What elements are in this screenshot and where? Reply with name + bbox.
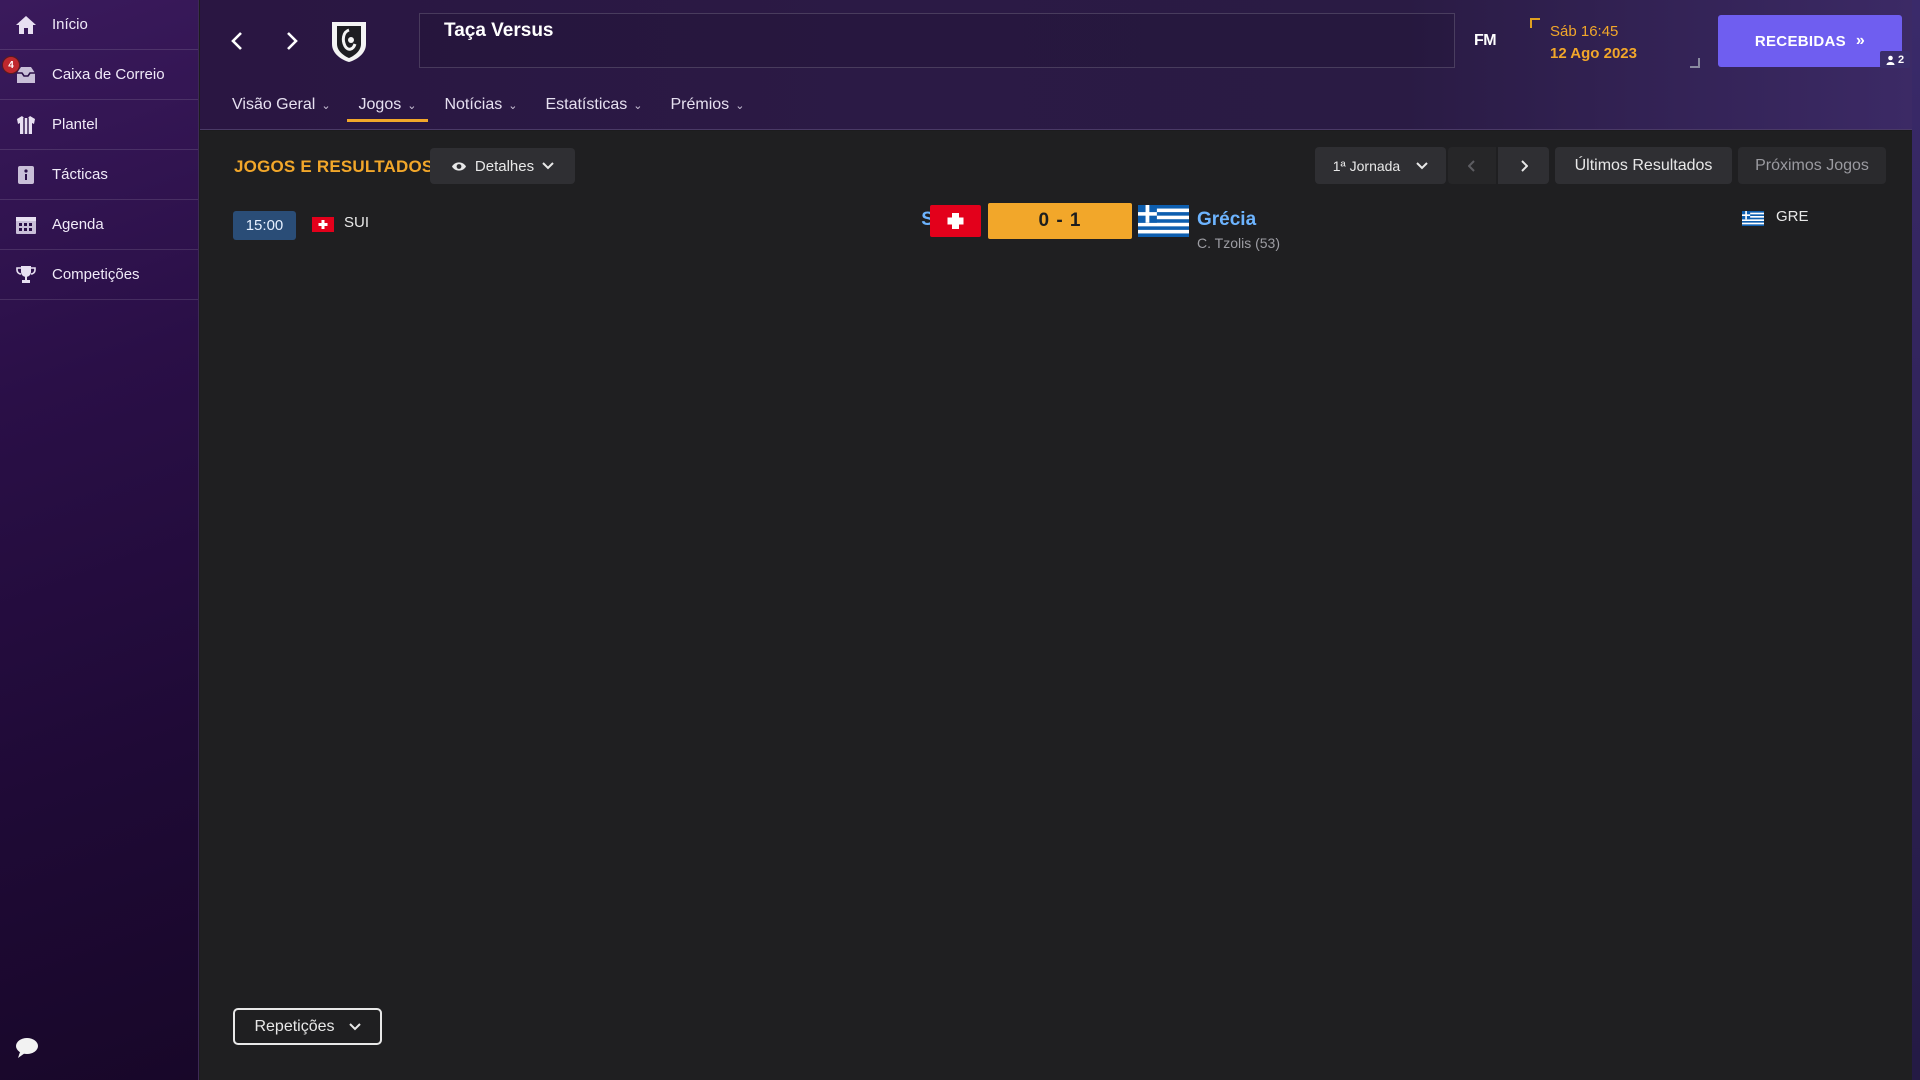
tactics-icon — [14, 163, 38, 187]
tab-stats[interactable]: Estatísticas ⌄ — [533, 88, 654, 122]
tab-label: Jogos — [358, 96, 402, 113]
sidebar-item-label: Caixa de Correio — [52, 66, 165, 83]
sidebar-item-tactics[interactable]: Tácticas — [0, 150, 198, 200]
replays-label: Repetições — [254, 1017, 335, 1035]
latest-results-button[interactable]: Últimos Resultados — [1555, 147, 1732, 184]
sidebar-item-label: Plantel — [52, 116, 98, 133]
chevron-right-icon — [1520, 159, 1528, 172]
details-button[interactable]: Detalhes — [430, 148, 575, 184]
title-box: Taça Versus — [419, 13, 1455, 68]
main-content: JOGOS E RESULTADOS Detalhes 1ª Jornada Ú… — [200, 131, 1912, 1080]
game-time: Sáb 16:45 — [1550, 23, 1619, 40]
sidebar-item-squad[interactable]: Plantel — [0, 100, 198, 150]
sidebar-item-label: Tácticas — [52, 166, 108, 183]
chevron-down-icon — [542, 162, 554, 170]
date-corner-decoration — [1690, 58, 1700, 68]
away-team-code: GRE — [1776, 208, 1809, 225]
round-label: 1ª Jornada — [1332, 157, 1401, 174]
switzerland-flag-icon — [312, 217, 334, 232]
chevron-down-icon: ⌄ — [508, 99, 518, 112]
away-team-link[interactable]: Grécia — [1197, 209, 1256, 231]
sidebar-item-home[interactable]: Início — [0, 0, 198, 50]
trophy-icon — [14, 263, 38, 287]
home-icon — [14, 13, 38, 37]
sidebar-item-label: Início — [52, 16, 88, 33]
details-label: Detalhes — [474, 157, 535, 175]
switzerland-flag-icon — [930, 205, 981, 237]
user-icon — [1886, 55, 1895, 65]
chevron-right-icon — [287, 32, 298, 50]
shirt-icon — [14, 113, 38, 137]
chevron-down-icon: ⌄ — [407, 99, 417, 112]
chat-icon[interactable] — [14, 1036, 40, 1060]
sidebar-item-label: Competições — [52, 266, 140, 283]
date-corner-decoration — [1530, 18, 1540, 28]
double-chevron-right-icon: » — [1855, 32, 1866, 49]
kickoff-time: 15:00 — [233, 211, 296, 240]
eye-icon — [451, 161, 466, 171]
tab-news[interactable]: Notícias ⌄ — [432, 88, 529, 122]
tab-label: Estatísticas — [545, 96, 628, 113]
right-edge-decoration — [1912, 0, 1920, 1080]
user-count: 2 — [1897, 53, 1905, 66]
competition-logo-icon — [326, 18, 372, 64]
sidebar-item-label: Agenda — [52, 216, 104, 233]
user-count-badge: 2 — [1880, 51, 1910, 68]
match-score[interactable]: 0 - 1 — [988, 203, 1132, 239]
chevron-down-icon — [1416, 161, 1428, 169]
tab-label: Visão Geral — [232, 96, 316, 113]
sidebar-item-competitions[interactable]: Competições — [0, 250, 198, 300]
fm-logo: FM — [1474, 32, 1497, 49]
continue-label: RECEBIDAS — [1754, 32, 1846, 50]
game-date-text: 12 Ago 2023 — [1550, 45, 1637, 62]
tab-matches[interactable]: Jogos ⌄ — [346, 88, 429, 122]
previous-round-button[interactable] — [1448, 147, 1496, 184]
page-title: Taça Versus — [444, 20, 554, 41]
tab-label: Notícias — [444, 96, 503, 113]
tab-label: Prémios — [670, 96, 730, 113]
greece-flag-icon — [1742, 211, 1764, 226]
section-title: JOGOS E RESULTADOS — [234, 157, 434, 176]
inbox-icon — [14, 63, 38, 87]
chevron-down-icon: ⌄ — [321, 99, 331, 112]
calendar-icon — [14, 213, 38, 237]
chevron-left-icon — [1468, 159, 1475, 172]
chevron-down-icon: ⌄ — [633, 99, 643, 112]
chevron-left-icon — [231, 32, 242, 50]
continue-button[interactable]: RECEBIDAS » — [1718, 15, 1902, 67]
header: Taça Versus FM Sáb 16:45 12 Ago 2023 REC… — [200, 0, 1920, 130]
forward-button[interactable] — [277, 26, 307, 56]
next-matches-button[interactable]: Próximos Jogos — [1738, 147, 1886, 184]
greece-flag-icon — [1138, 205, 1189, 237]
chevron-down-icon: ⌄ — [735, 99, 745, 112]
home-team-code: SUI — [344, 214, 370, 231]
goal-scorer: C. Tzolis (53) — [1197, 235, 1280, 251]
sidebar-item-calendar[interactable]: Agenda — [0, 200, 198, 250]
next-round-button[interactable] — [1498, 147, 1549, 184]
tab-bar: Visão Geral ⌄ Jogos ⌄ Notícias ⌄ Estatís… — [220, 88, 760, 122]
sidebar: Início 4 Caixa de Correio Plantel Táctic… — [0, 0, 199, 1080]
game-date[interactable]: Sáb 16:45 12 Ago 2023 — [1530, 18, 1700, 68]
round-select[interactable]: 1ª Jornada — [1315, 147, 1446, 184]
back-button[interactable] — [222, 26, 252, 56]
tab-overview[interactable]: Visão Geral ⌄ — [220, 88, 343, 122]
chevron-down-icon — [348, 1022, 361, 1030]
replays-dropdown[interactable]: Repetições — [233, 1008, 382, 1045]
sidebar-item-inbox[interactable]: 4 Caixa de Correio — [0, 50, 198, 100]
tab-awards[interactable]: Prémios ⌄ — [659, 88, 757, 122]
